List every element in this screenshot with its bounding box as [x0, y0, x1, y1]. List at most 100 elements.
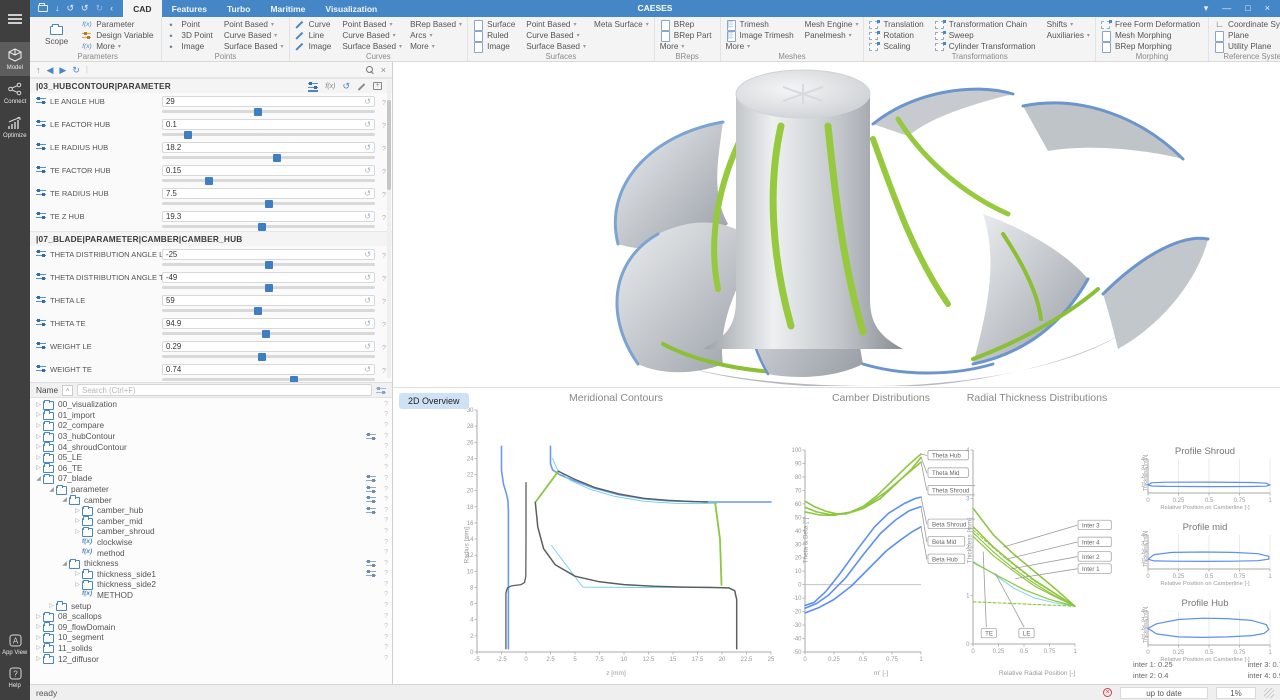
parameter-input[interactable]: -25↺ — [162, 249, 375, 260]
sync-error-icon[interactable]: × — [1103, 688, 1112, 697]
thickness-plot[interactable]: 00.250.50.75101234Inter 3Inter 4Inter 2I… — [949, 406, 1117, 668]
ribbon-item[interactable]: More▾ — [410, 41, 462, 52]
tree-row[interactable]: ▷ 09_flowDomain ? — [30, 621, 392, 632]
ribbon-item[interactable]: Point Based▾ — [342, 19, 402, 30]
ribbon-item[interactable]: Image — [167, 41, 215, 52]
parameter-input[interactable]: 94.9↺ — [162, 318, 375, 329]
close-panel-icon[interactable]: × — [381, 63, 386, 77]
forward-icon[interactable]: ▶ — [59, 63, 66, 77]
ribbon-item[interactable]: Curve Based▾ — [526, 30, 586, 41]
tree-caret-icon[interactable]: ▷ — [34, 655, 43, 662]
reset-value-icon[interactable]: ↺ — [364, 296, 371, 305]
tree-caret-icon[interactable]: ▷ — [47, 602, 56, 609]
tree-caret-icon[interactable]: ▷ — [34, 433, 43, 440]
ribbon-item[interactable]: More▾ — [660, 41, 715, 52]
parameter-slider[interactable] — [162, 133, 375, 136]
reset-value-icon[interactable]: ↺ — [364, 189, 371, 198]
quick-access-icon[interactable] — [38, 5, 48, 12]
tree-row[interactable]: ▷ camber_hub ? — [30, 505, 392, 516]
ribbon-item[interactable]: BRep Part — [660, 30, 715, 41]
slider-thumb[interactable] — [265, 284, 273, 292]
ribbon-tab[interactable]: Features — [162, 0, 217, 17]
ribbon-item[interactable]: Curve Based▾ — [342, 30, 402, 41]
parameter-input[interactable]: 59↺ — [162, 295, 375, 306]
parameter-slider[interactable] — [162, 110, 375, 113]
tree-caret-icon[interactable]: ▷ — [73, 507, 82, 514]
parameter-slider[interactable] — [162, 332, 375, 335]
reset-value-icon[interactable]: ↺ — [364, 166, 371, 175]
tree-caret-icon[interactable]: ◢ — [47, 486, 56, 493]
hamburger-menu-icon[interactable] — [8, 14, 22, 24]
tree-row[interactable]: ▷ 02_compare ? — [30, 420, 392, 431]
tree-caret-icon[interactable]: ▷ — [34, 401, 43, 408]
ribbon-tab[interactable]: Turbo — [217, 0, 260, 17]
parameter-slider[interactable] — [162, 309, 375, 312]
sidebar-item-optimize[interactable]: Optimize — [0, 110, 30, 144]
tree-row[interactable]: clockwise ? — [30, 537, 392, 548]
tree-row[interactable]: ▷ setup ? — [30, 600, 392, 611]
parameter-slider[interactable] — [162, 225, 375, 228]
tab-2d-overview[interactable]: 2D Overview — [399, 393, 469, 409]
sidebar-item-model[interactable]: Model — [0, 42, 30, 76]
ribbon-item[interactable]: Auxiliaries▾ — [1047, 30, 1090, 41]
meridional-plot[interactable]: -5-2.502.557.51012.51517.52022.525024681… — [451, 406, 781, 668]
ribbon-tab[interactable]: Maritime — [260, 0, 315, 17]
slider-thumb[interactable] — [258, 223, 266, 231]
tree-row[interactable]: ▷ 11_solids ? — [30, 643, 392, 654]
tree-row[interactable]: ▷ 10_segment ? — [30, 632, 392, 643]
ribbon-item[interactable]: Rotation — [869, 30, 926, 41]
ribbon-item[interactable]: More▾ — [82, 41, 156, 52]
slider-thumb[interactable] — [265, 261, 273, 269]
fx-icon[interactable]: f(x) — [325, 83, 335, 90]
tree-row[interactable]: METHOD ? — [30, 590, 392, 601]
ribbon-item[interactable]: Point — [167, 19, 215, 30]
tree-row[interactable]: ◢ 07_blade ? — [30, 473, 392, 484]
ribbon-item[interactable]: Point Based▾ — [526, 19, 586, 30]
slider-thumb[interactable] — [205, 177, 213, 185]
sort-icon[interactable]: ˄ — [62, 385, 73, 396]
tree-row[interactable]: ◢ thickness ? — [30, 558, 392, 569]
ribbon-item[interactable]: 3D Point — [167, 30, 215, 41]
parameter-slider[interactable] — [162, 378, 375, 381]
parameter-input[interactable]: 0.74↺ — [162, 364, 375, 375]
tree-caret-icon[interactable]: ▷ — [73, 517, 82, 524]
parameter-slider[interactable] — [162, 263, 375, 266]
tree-row[interactable]: ▷ camber_mid ? — [30, 516, 392, 527]
search-icon[interactable] — [365, 65, 375, 75]
sidebar-item-help[interactable]: ? Help — [0, 661, 30, 694]
tree-row[interactable]: ▷ 00_visualization ? — [30, 399, 392, 410]
ribbon-item[interactable]: More▾ — [726, 41, 797, 52]
tree-row[interactable]: ◢ camber ? — [30, 494, 392, 505]
parameter-slider[interactable] — [162, 156, 375, 159]
ribbon-item[interactable]: Arcs▾ — [410, 30, 462, 41]
window-control-button[interactable]: × — [1265, 0, 1270, 17]
ribbon-item[interactable]: Curve Based▾ — [224, 30, 284, 41]
ribbon-tab[interactable]: Visualization — [315, 0, 387, 17]
slider-thumb[interactable] — [184, 131, 192, 139]
scroll-top-icon[interactable]: ↑ — [36, 63, 41, 77]
add-card-icon[interactable] — [373, 82, 382, 90]
ribbon-item[interactable]: Sweep — [935, 30, 1039, 41]
tree-row[interactable]: ◢ parameter ? — [30, 484, 392, 495]
ribbon-item[interactable]: BRep — [660, 19, 715, 30]
parameter-input[interactable]: 0.15↺ — [162, 165, 375, 176]
reset-value-icon[interactable]: ↺ — [364, 97, 371, 106]
tree-caret-icon[interactable]: ▷ — [34, 422, 43, 429]
ribbon-item[interactable]: Trimesh — [726, 19, 797, 30]
tree-caret-icon[interactable]: ◢ — [34, 475, 43, 482]
reset-value-icon[interactable]: ↺ — [364, 250, 371, 259]
slider-thumb[interactable] — [254, 307, 262, 315]
reset-value-icon[interactable]: ↺ — [364, 212, 371, 221]
tree-row[interactable]: ▷ 01_import ? — [30, 410, 392, 421]
window-control-button[interactable]: ▾ — [1204, 0, 1209, 17]
resize-grip[interactable] — [1264, 688, 1274, 698]
ribbon-item[interactable]: Coordinate System — [1214, 19, 1280, 30]
parameter-input[interactable]: 0.29↺ — [162, 341, 375, 352]
tree-row[interactable]: ▷ 12_diffusor ? — [30, 653, 392, 664]
back-icon[interactable]: ◀ — [47, 63, 54, 77]
viewport-3d[interactable] — [393, 62, 1280, 388]
quick-access-icon[interactable]: ↓ — [55, 0, 60, 17]
tree-caret-icon[interactable]: ▷ — [34, 634, 43, 641]
parameter-slider[interactable] — [162, 355, 375, 358]
quick-access-icon[interactable]: ↺ — [67, 0, 75, 17]
